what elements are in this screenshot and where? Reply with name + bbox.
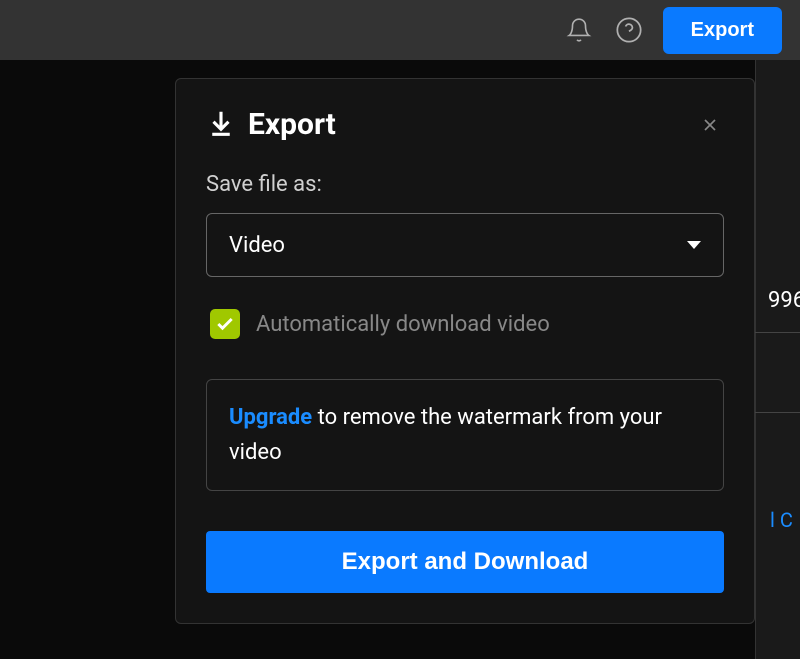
help-icon[interactable] (613, 14, 645, 46)
close-button[interactable] (696, 111, 724, 139)
separator (755, 332, 800, 333)
partial-text: 996 (768, 288, 800, 313)
auto-download-row: Automatically download video (206, 309, 724, 339)
auto-download-checkbox[interactable] (210, 309, 240, 339)
file-type-select[interactable]: Video (206, 213, 724, 277)
export-modal: Export Save file as: Video Automatically… (175, 78, 755, 624)
right-panel (755, 60, 800, 659)
separator (755, 412, 800, 413)
checkmark-icon (215, 314, 235, 334)
partial-link: l C (770, 508, 800, 532)
export-download-button[interactable]: Export and Download (206, 531, 724, 593)
topbar: Export (0, 0, 800, 60)
upgrade-notice: Upgrade to remove the watermark from you… (206, 379, 724, 491)
download-icon (206, 108, 236, 142)
select-value: Video (229, 233, 285, 258)
save-as-label: Save file as: (206, 172, 724, 197)
upgrade-link[interactable]: Upgrade (229, 405, 312, 430)
chevron-down-icon (687, 241, 701, 249)
notifications-icon[interactable] (563, 14, 595, 46)
modal-title: Export (248, 107, 336, 142)
export-button[interactable]: Export (663, 7, 782, 54)
auto-download-label: Automatically download video (256, 312, 550, 337)
